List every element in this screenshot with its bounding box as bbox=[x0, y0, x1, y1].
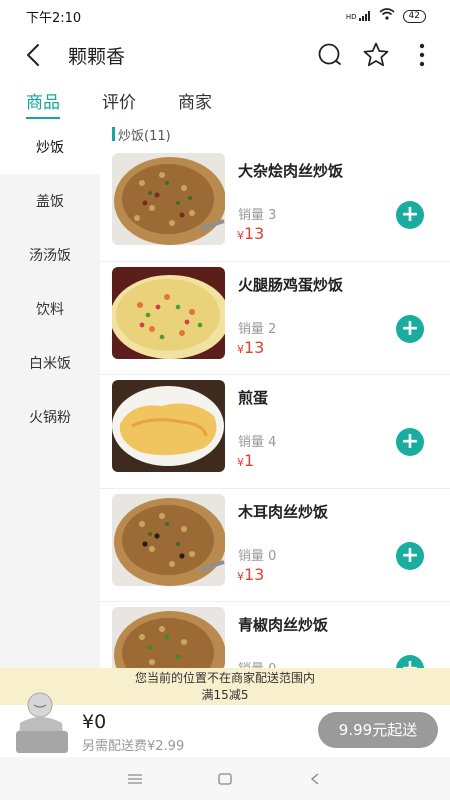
category-drinks[interactable]: 饮料 bbox=[0, 282, 100, 336]
more-vertical-icon[interactable] bbox=[408, 41, 436, 69]
currency-symbol: ¥ bbox=[237, 456, 244, 469]
nav-back-icon[interactable] bbox=[300, 764, 330, 794]
category-soup-rice[interactable]: 汤汤饭 bbox=[0, 228, 100, 282]
product-name: 木耳肉丝炒饭 bbox=[238, 502, 329, 521]
star-icon[interactable] bbox=[362, 41, 390, 69]
add-to-cart-button[interactable]: + bbox=[396, 541, 424, 570]
home-icon[interactable] bbox=[210, 764, 240, 794]
product-name: 青椒肉丝炒饭 bbox=[238, 616, 329, 634]
delivery-fee: 另需配送费¥2.99 bbox=[82, 739, 185, 754]
back-arrow-icon[interactable] bbox=[20, 40, 46, 70]
product-name: 火腿肠鸡蛋炒饭 bbox=[238, 275, 344, 294]
page-title: 颗颗香 bbox=[68, 45, 126, 68]
price-value: 13 bbox=[244, 337, 265, 357]
status-icons: HD 42 bbox=[346, 8, 426, 24]
product-price: ¥13 bbox=[237, 565, 264, 584]
product-image-pepper-pork-fried-rice bbox=[112, 607, 225, 668]
notice-out-of-range: 您当前的位置不在商家配送范围内 bbox=[134, 671, 315, 685]
product-item[interactable]: 火腿肠鸡蛋炒饭 销量 2 ¥13 + bbox=[100, 262, 450, 375]
add-to-cart-button[interactable]: + bbox=[396, 428, 424, 456]
status-bar: 下午2:10 HD 42 bbox=[0, 0, 450, 32]
add-to-cart-button[interactable]: + bbox=[396, 201, 424, 229]
network-label: HD bbox=[345, 13, 357, 21]
battery-icon: 42 bbox=[402, 9, 426, 23]
currency-symbol: ¥ bbox=[237, 229, 244, 242]
product-item[interactable]: 大杂烩肉丝炒饭 销量 3 ¥13 + bbox=[100, 148, 450, 262]
currency-symbol: ¥ bbox=[237, 342, 244, 356]
section-header: 炒饭(11) bbox=[100, 120, 450, 148]
product-name: 大杂烩肉丝炒饭 bbox=[238, 162, 344, 180]
add-to-cart-button[interactable]: + bbox=[396, 314, 424, 343]
category-rice-bowl[interactable]: 盖饭 bbox=[0, 174, 100, 228]
category-fried-rice[interactable]: 炒饭 bbox=[0, 120, 100, 174]
price-value: 13 bbox=[244, 224, 265, 243]
cart-total: ¥0 bbox=[82, 711, 107, 733]
system-nav-bar bbox=[0, 757, 450, 800]
product-name: 煎蛋 bbox=[238, 389, 269, 407]
product-list: 炒饭(11) 大杂烩肉丝炒饭 销量 3 ¥13 + 火腿肠鸡蛋炒饭 销量 2 ¥… bbox=[100, 120, 450, 668]
product-image-braised-fried-rice bbox=[112, 153, 225, 245]
section-title: 炒饭(11) bbox=[118, 128, 171, 144]
product-sales: 销量 4 bbox=[238, 435, 277, 450]
product-image-fried-egg bbox=[112, 380, 225, 472]
product-price: ¥13 bbox=[237, 338, 264, 357]
product-item[interactable]: 煎蛋 销量 4 ¥1 + bbox=[100, 375, 450, 489]
category-hotpot-noodles[interactable]: 火锅粉 bbox=[0, 390, 100, 444]
product-price: ¥1 bbox=[237, 451, 254, 470]
search-icon[interactable] bbox=[316, 41, 344, 69]
app-bar: 颗颗香 bbox=[0, 32, 450, 78]
price-value: 1 bbox=[244, 451, 255, 470]
add-to-cart-button[interactable]: + bbox=[396, 655, 424, 668]
product-image-ham-egg-fried-rice bbox=[112, 266, 225, 359]
checkout-button[interactable]: 9.99元起送 bbox=[318, 712, 438, 748]
currency-symbol: ¥ bbox=[237, 569, 244, 583]
category-sidebar: 炒饭 盖饭 汤汤饭 饮料 白米饭 火锅粉 bbox=[0, 120, 100, 668]
product-item[interactable]: 青椒肉丝炒饭 销量 0 ¥13 + bbox=[100, 602, 450, 668]
price-value: 13 bbox=[244, 564, 265, 584]
product-item[interactable]: 木耳肉丝炒饭 销量 0 ¥13 + bbox=[100, 489, 450, 602]
product-image-fungus-pork-fried-rice bbox=[112, 493, 225, 586]
wifi-icon bbox=[379, 8, 395, 24]
tab-products[interactable]: 商品 bbox=[26, 80, 60, 120]
product-sales: 销量 0 bbox=[238, 658, 276, 668]
signal-icon: HD bbox=[346, 11, 371, 21]
store-tabs: 商品 评价 商家 bbox=[0, 80, 450, 120]
cart-bar: ¥0 另需配送费¥2.99 9.99元起送 bbox=[0, 692, 450, 757]
cart-mascot-icon[interactable] bbox=[12, 689, 72, 755]
status-time: 下午2:10 bbox=[26, 10, 82, 26]
tab-reviews[interactable]: 评价 bbox=[102, 80, 136, 120]
product-sales: 销量 3 bbox=[238, 208, 277, 223]
header-actions bbox=[316, 41, 436, 69]
product-sales: 销量 2 bbox=[238, 321, 277, 337]
tab-merchant[interactable]: 商家 bbox=[178, 80, 212, 120]
product-sales: 销量 0 bbox=[238, 548, 277, 564]
menu-icon[interactable] bbox=[120, 764, 150, 794]
section-marker bbox=[112, 127, 115, 141]
product-price: ¥13 bbox=[237, 224, 264, 243]
category-white-rice[interactable]: 白米饭 bbox=[0, 336, 100, 390]
